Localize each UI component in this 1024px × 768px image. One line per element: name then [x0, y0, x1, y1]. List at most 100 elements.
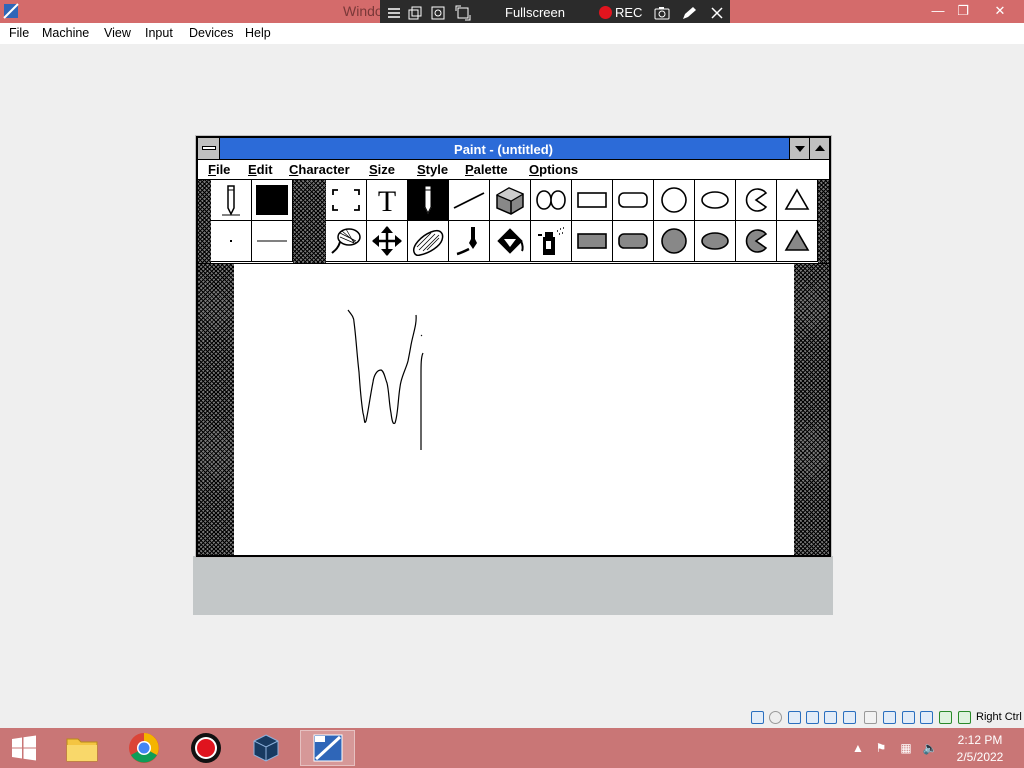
- cpu-icon[interactable]: [920, 711, 933, 724]
- taskbar-virtualbox[interactable]: [238, 730, 293, 766]
- host-close-button[interactable]: ✕: [982, 0, 1018, 23]
- filled-pie-icon: [745, 229, 768, 253]
- current-color-swatch[interactable]: [252, 180, 293, 221]
- action-center-flag-icon[interactable]: ⚑: [873, 740, 889, 756]
- menu-mnemonic: E: [248, 162, 257, 177]
- zoom-icon[interactable]: [430, 5, 446, 21]
- svg-text:T: T: [378, 185, 396, 215]
- tool-pie[interactable]: [736, 180, 777, 221]
- tool-filled-polygon[interactable]: [777, 221, 818, 262]
- paint-menu-edit[interactable]: Edit: [248, 162, 273, 177]
- host-menu-help[interactable]: Help: [245, 26, 271, 40]
- current-brush-indicator[interactable]: [211, 180, 252, 221]
- tool-rectangle[interactable]: [572, 180, 613, 221]
- tool-lasso[interactable]: [326, 221, 367, 262]
- taskbar-recorder[interactable]: [178, 730, 233, 766]
- tool-filled-rectangle[interactable]: [572, 221, 613, 262]
- host-menu-machine[interactable]: Machine: [42, 26, 89, 40]
- paint-menu-palette[interactable]: Palette: [465, 162, 508, 177]
- tool-polygon[interactable]: [777, 180, 818, 221]
- line-width-icon: [257, 240, 287, 242]
- menu-label: ptions: [539, 162, 579, 177]
- paint-window: Paint - (untitled) File Edit Character S…: [195, 135, 832, 558]
- paint-maximize-button[interactable]: [809, 138, 829, 159]
- drawing-canvas[interactable]: [234, 264, 794, 554]
- fullscreen-label[interactable]: Fullscreen: [505, 5, 565, 20]
- tool-curve[interactable]: [531, 180, 572, 221]
- host-menu-file[interactable]: File: [9, 26, 29, 40]
- windows-icon[interactable]: [407, 5, 423, 21]
- video-capture-icon[interactable]: [902, 711, 915, 724]
- taskbar-chrome[interactable]: [116, 730, 171, 766]
- menu-icon[interactable]: [386, 5, 402, 21]
- keyboard-capture-icon[interactable]: [958, 711, 971, 724]
- paint-menu-style[interactable]: Style: [417, 162, 448, 177]
- volume-muted-icon[interactable]: 🔈: [922, 740, 938, 756]
- folder-icon: [66, 738, 97, 762]
- tool-rounded-rectangle[interactable]: [613, 180, 654, 221]
- menu-mnemonic: F: [208, 162, 216, 177]
- tool-filled-rounded-rectangle[interactable]: [613, 221, 654, 262]
- filled-circle-icon: [661, 228, 687, 254]
- tool-filled-pie[interactable]: [736, 221, 777, 262]
- pen-icon[interactable]: [681, 5, 697, 21]
- tool-text[interactable]: T: [367, 180, 408, 221]
- paint-minimize-button[interactable]: [789, 138, 809, 159]
- host-menu-devices[interactable]: Devices: [189, 26, 233, 40]
- toolbox-hatch-right: [818, 180, 829, 263]
- taskbar-file-explorer[interactable]: [54, 730, 109, 766]
- mouse-integration-icon[interactable]: [939, 711, 952, 724]
- tray-overflow-chevron-icon[interactable]: ▲: [850, 740, 866, 756]
- usb-icon[interactable]: [843, 711, 856, 724]
- paint-menu-size[interactable]: Size: [369, 162, 395, 177]
- virtualbox-app-icon[interactable]: [3, 3, 19, 19]
- host-menu-input[interactable]: Input: [145, 26, 173, 40]
- vm-status-bar: Right Ctrl: [748, 708, 1024, 728]
- paint-window-title: Paint - (untitled): [454, 142, 553, 157]
- audio-icon[interactable]: [806, 711, 819, 724]
- close-icon[interactable]: [709, 5, 725, 21]
- tool-filled-circle[interactable]: [654, 221, 695, 262]
- rec-label[interactable]: REC: [615, 5, 642, 20]
- paint-menu-file[interactable]: File: [208, 162, 230, 177]
- record-icon[interactable]: [599, 6, 612, 19]
- tool-line[interactable]: [449, 180, 490, 221]
- camera-icon[interactable]: [654, 5, 670, 21]
- taskbar-windows-3-vm[interactable]: [300, 730, 355, 766]
- ellipse-icon: [701, 191, 729, 209]
- hard-disk-icon[interactable]: [751, 711, 764, 724]
- network-icon[interactable]: [824, 711, 837, 724]
- brush-size-dot[interactable]: [211, 221, 252, 262]
- display-icon[interactable]: [883, 711, 896, 724]
- line-width-sample[interactable]: [252, 221, 293, 262]
- host-restore-button[interactable]: ❐: [945, 0, 981, 23]
- optical-drive-icon[interactable]: [769, 711, 782, 724]
- tool-paint-roller[interactable]: [490, 221, 531, 262]
- menu-mnemonic: S: [369, 162, 378, 177]
- host-menu-view[interactable]: View: [104, 26, 131, 40]
- network-icon[interactable]: ▦: [898, 740, 914, 756]
- tool-ellipse[interactable]: [695, 180, 736, 221]
- floppy-icon[interactable]: [788, 711, 801, 724]
- resize-icon[interactable]: [455, 5, 471, 21]
- tool-selection[interactable]: [326, 180, 367, 221]
- filled-polygon-icon: [784, 229, 810, 251]
- tool-move[interactable]: [367, 221, 408, 262]
- menu-mnemonic: S: [417, 162, 426, 177]
- tool-brush[interactable]: [449, 221, 490, 262]
- host-menubar: File Machine View Input Devices Help: [0, 23, 1024, 44]
- tool-3d-box[interactable]: [490, 180, 531, 221]
- tool-spray-can[interactable]: [531, 221, 572, 262]
- paint-menu-character[interactable]: Character: [289, 162, 350, 177]
- paint-menu-options[interactable]: Options: [529, 162, 578, 177]
- clock-time[interactable]: 2:12 PM: [952, 733, 1008, 747]
- tool-eraser[interactable]: [408, 221, 449, 262]
- system-menu-button[interactable]: [198, 138, 220, 159]
- clock-date[interactable]: 2/5/2022: [952, 750, 1008, 764]
- tool-pencil[interactable]: [408, 180, 449, 221]
- tool-filled-ellipse[interactable]: [695, 221, 736, 262]
- shared-folders-icon[interactable]: [864, 711, 877, 724]
- start-button[interactable]: [0, 730, 48, 766]
- tool-circle[interactable]: [654, 180, 695, 221]
- menu-label: tyle: [425, 162, 449, 177]
